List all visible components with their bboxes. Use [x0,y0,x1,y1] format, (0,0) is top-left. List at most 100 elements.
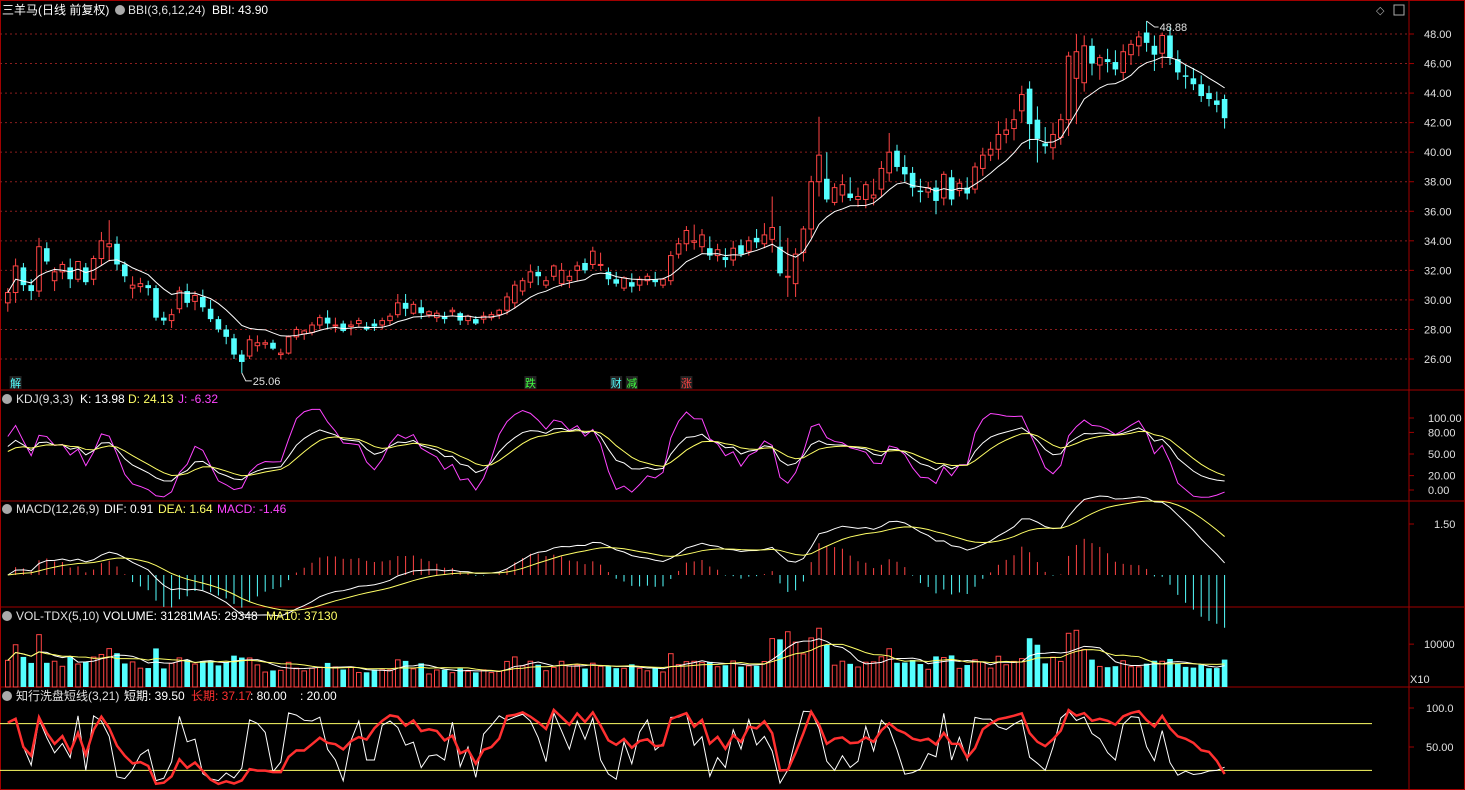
candle-up [465,315,471,322]
candle-up [1065,55,1072,121]
volume-bar-up [51,660,58,688]
volume-bar-down [402,660,409,687]
volume-bar-up [746,665,752,688]
volume-bar-up [769,638,776,688]
candle-up [691,240,698,243]
volume-bar-down [371,669,378,687]
volume-bar-up [621,667,627,688]
kdj-tick-label: 50.00 [1428,449,1456,461]
volume-bar-down [270,670,276,687]
volume-bar-up [1065,632,1072,688]
price-header: 三羊马(日线 前复权) BBI(3,6,12,24) BBI: 43.90 ◇ [2,2,1405,17]
wash-panel[interactable] [0,707,1372,786]
diamond-icon[interactable]: ◇ [1376,5,1385,17]
y-axis-labels: 48.00 46.00 44.00 42.00 40.00 38.00 36.00 34.00… [1409,29,1462,754]
wash-tick-label: 100.0 [1426,703,1454,715]
vol-tick-label: 10000 [1424,639,1455,651]
wash-dropdown-icon[interactable] [2,691,12,701]
volume-bar-down [1042,663,1048,687]
volume-bar-up [293,667,300,688]
volume-bar-up [317,666,323,688]
volume-bar-up [246,657,253,688]
candle-up [1159,34,1166,54]
candle-up [660,278,666,286]
volume-panel[interactable] [5,627,1228,688]
candle-down [824,178,830,200]
volume-bar-up [1019,658,1025,688]
volume-bar-up [980,661,986,688]
vol-ma10: MA10: 37130 [266,609,338,623]
volume-bar-down [613,668,619,687]
vol-ma10-line [7,643,1225,672]
candle-up [574,265,581,271]
candle-down [629,282,635,287]
volume-bar-up [1050,656,1056,688]
kdj-dropdown-icon[interactable] [2,394,12,404]
volume-bar-down [200,660,206,687]
macd-value: MACD: -1.46 [217,502,287,516]
stock-chart-window: 解 跌 财减 涨 48.00 46.00 44.00 42.00 40.00 38.00 36.0… [0,0,1465,790]
kdj-panel[interactable] [7,408,1225,498]
candle-up [168,314,175,322]
candle-up [746,240,752,252]
candle-up [98,240,105,260]
volume-bar-up [1073,629,1080,688]
vol-ma5: MA5: 29348 [193,609,258,623]
volume-bar-up [434,669,440,688]
price-low-label: 25.06 [253,376,281,388]
macd-dropdown-icon[interactable] [2,504,12,514]
candle-down [1104,59,1111,63]
volume-bar-up [1097,665,1103,688]
volume-bar-up [488,672,495,688]
volume-bar-up [285,661,292,688]
candle-up [831,187,838,203]
volume-bar-up [519,665,526,688]
candle-down [67,267,73,280]
price-high-label: 48.88 [1160,22,1188,34]
wash-line80: : 80.00 [250,689,287,703]
price-tick-label: 46.00 [1424,59,1452,71]
wash-long: 长期: 37.17 [191,689,252,703]
kdj-tick-label: 100.00 [1428,413,1462,425]
price-tick-label: 32.00 [1424,265,1452,277]
candle-up [621,277,627,289]
indicator-dropdown-icon[interactable] [115,5,125,15]
candle-up [348,324,354,328]
volume-bar-down [1143,663,1150,687]
candle-up [254,342,261,347]
candle-up [1081,45,1088,84]
price-tick-label: 28.00 [1424,324,1452,336]
volume-bar-up [831,664,838,688]
volume-bar-down [582,668,588,687]
volume-bar-down [20,656,27,687]
candle-up [597,263,604,266]
volume-bar-up [660,671,666,688]
volume-bar-down [1104,667,1111,687]
vol-dropdown-icon[interactable] [2,611,12,621]
wash-header: 知行洗盘短线(3,21) 短期: 39.50 长期: 37.17 : 80.00… [2,688,337,703]
volume-bar-down [1151,660,1158,687]
price-tick-label: 30.00 [1424,295,1452,307]
candle-down [402,302,409,309]
maximize-icon[interactable] [1393,4,1405,16]
volume-bar-down [28,662,34,687]
bbi-line [7,56,1225,337]
volume-bar-down [145,668,151,687]
candle-up [1097,57,1103,66]
low-pointer [241,372,252,382]
volume-bar-down [1190,667,1197,687]
candle-down [215,319,222,330]
volume-bar-up [699,662,705,688]
volume-bar-down [441,669,448,687]
volume-bar-down [605,665,612,687]
candle-up [410,303,417,314]
kdj-name: KDJ(9,3,3) [16,392,73,406]
price-panel[interactable]: 解 跌 财减 涨 [5,20,1228,390]
candle-up [36,246,42,292]
volume-bar-down [207,660,214,687]
candle-down [270,342,276,349]
volume-bar-up [886,648,893,688]
candle-up [855,196,861,200]
candle-up [816,154,822,183]
volume-bar-down [1034,644,1041,687]
